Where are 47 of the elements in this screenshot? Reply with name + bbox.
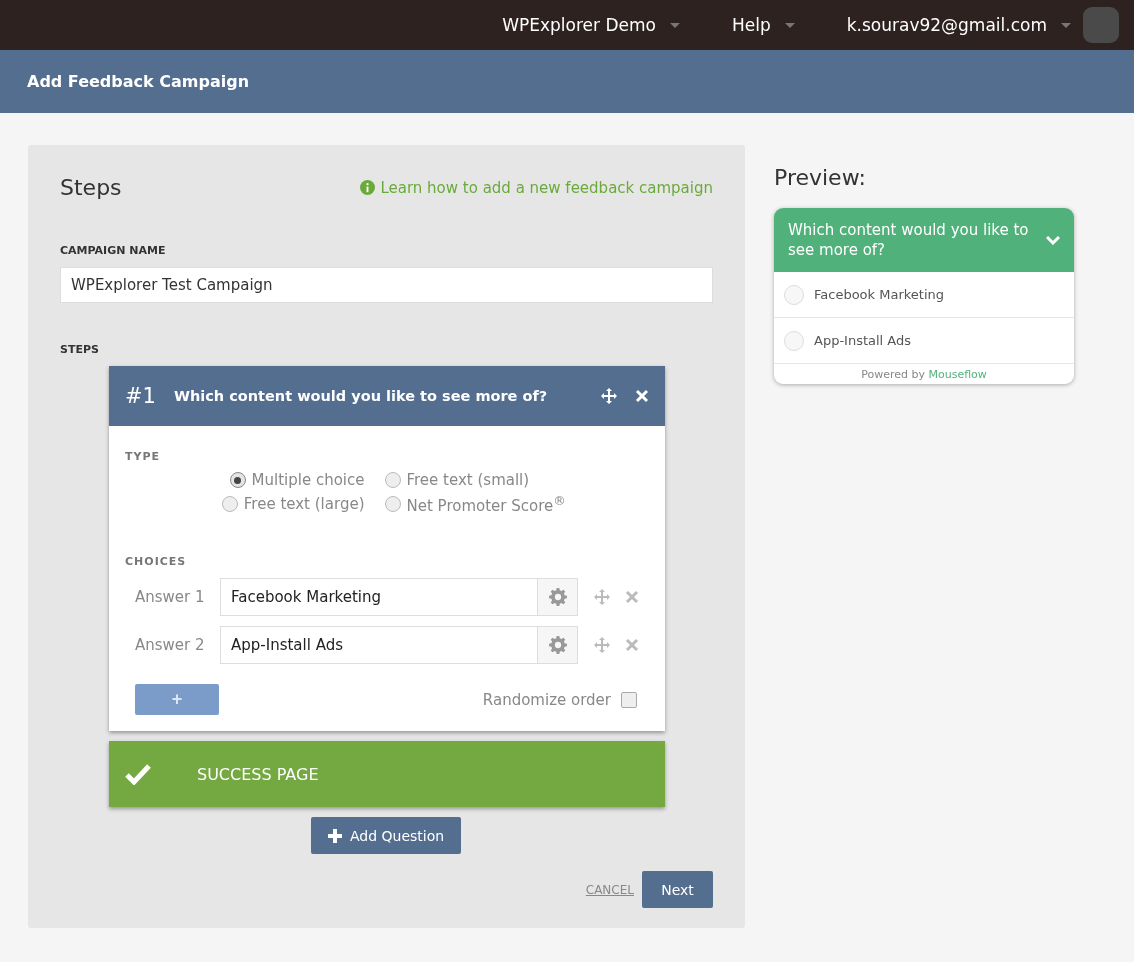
radio-button[interactable] (221, 496, 238, 512)
radio-button[interactable] (384, 472, 401, 488)
panel-title: Steps (60, 175, 122, 200)
plus-icon (328, 828, 342, 843)
caret-icon (784, 22, 795, 28)
radio-label: Net Promoter Score$^{®}$ (406, 493, 566, 515)
radio-label: Free text (small) (406, 471, 530, 489)
checkmark-icon (125, 763, 151, 785)
settings-button[interactable] (538, 578, 578, 616)
chevron-down-icon[interactable] (1046, 235, 1060, 245)
page-title: Add Feedback Campaign (27, 72, 250, 91)
section-label: STEPS (60, 343, 100, 356)
preview-option[interactable]: App-Install Ads (774, 318, 1074, 364)
answer-label: Answer 1 (134, 588, 206, 606)
nav-menu[interactable]: k.sourav92@gmail.com (846, 15, 1071, 35)
radio-button[interactable] (229, 472, 246, 488)
avatar[interactable] (1083, 7, 1119, 43)
question-number: #1 (125, 384, 156, 408)
success-page-label: SUCCESS PAGE (197, 764, 319, 784)
nav-menu[interactable]: WPExplorer Demo (502, 15, 680, 35)
preview-title: Preview: (774, 165, 867, 190)
answer-field[interactable]: Facebook Marketing (220, 578, 538, 616)
answer-label: Answer 2 (134, 636, 206, 654)
radio-label: Multiple choice (251, 471, 365, 489)
preview-question: Which content would you like to see more of? (788, 220, 1030, 260)
question-title: Which content would you like to see more of? (173, 388, 549, 404)
answer-field[interactable]: App-Install Ads (220, 626, 538, 664)
caret-icon (1061, 22, 1071, 28)
info-icon (360, 180, 376, 195)
section-label: CHOICES (125, 555, 188, 568)
gear-icon (548, 636, 567, 654)
randomize-label: Randomize order (482, 690, 611, 709)
campaign-name-field[interactable]: WPExplorer Test Campaign (60, 267, 713, 303)
add-question-button[interactable]: Add Question (311, 817, 462, 854)
next-button[interactable]: Next (642, 871, 713, 908)
gear-icon (548, 588, 567, 606)
preview-option[interactable]: Facebook Marketing (774, 272, 1074, 318)
randomize-checkbox[interactable] (621, 691, 637, 708)
radio-button[interactable] (384, 496, 401, 512)
settings-button[interactable] (538, 626, 578, 664)
move-icon[interactable] (601, 388, 617, 404)
radio-label: Free text (large) (243, 495, 365, 513)
nav-menu[interactable]: Help (731, 15, 795, 35)
powered-by-text: Powered by Mouseflow (860, 367, 988, 383)
section-label: TYPE (125, 450, 162, 463)
caret-icon (669, 22, 680, 28)
field-label: CAMPAIGN NAME (60, 244, 167, 257)
